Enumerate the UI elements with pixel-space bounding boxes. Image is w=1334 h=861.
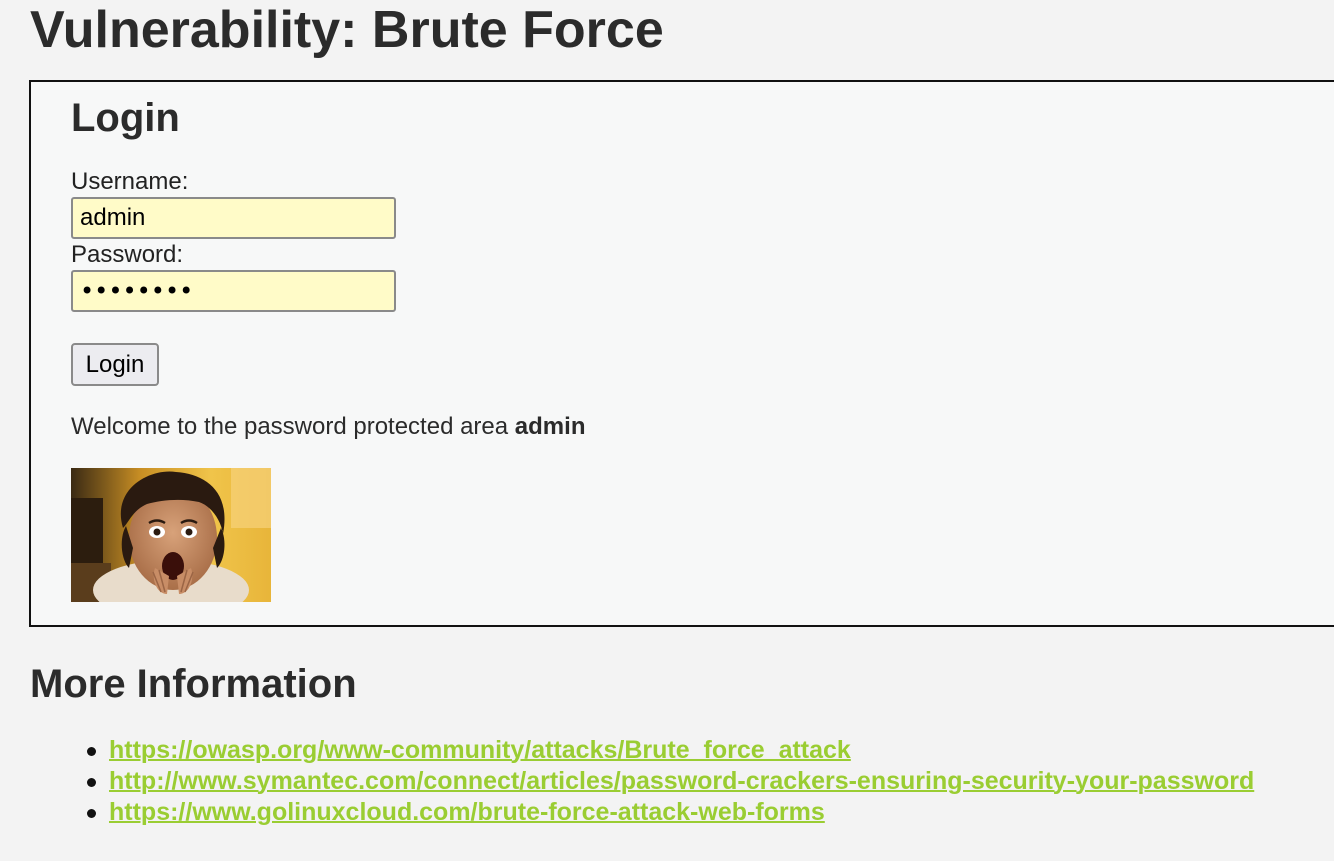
- list-item: https://www.golinuxcloud.com/brute-force…: [30, 797, 1254, 828]
- bullet-icon: [87, 747, 96, 756]
- username-label: Username:: [71, 168, 189, 195]
- welcome-username: admin: [514, 413, 586, 440]
- password-input[interactable]: [71, 270, 396, 312]
- welcome-message: Welcome to the password protected area a…: [71, 412, 585, 442]
- reference-links-list: https://owasp.org/www-community/attacks/…: [30, 735, 1254, 828]
- reference-link-symantec[interactable]: http://www.symantec.com/connect/articles…: [109, 767, 1254, 795]
- bullet-icon: [87, 778, 96, 787]
- user-avatar-image: [71, 468, 271, 602]
- bullet-icon: [87, 809, 96, 818]
- list-item: http://www.symantec.com/connect/articles…: [30, 766, 1254, 797]
- welcome-text: Welcome to the password protected area: [71, 413, 515, 440]
- login-heading: Login: [71, 96, 180, 140]
- reference-link-owasp[interactable]: https://owasp.org/www-community/attacks/…: [109, 736, 851, 764]
- reference-link-golinuxcloud[interactable]: https://www.golinuxcloud.com/brute-force…: [109, 798, 825, 826]
- list-item: https://owasp.org/www-community/attacks/…: [30, 735, 1254, 766]
- username-input[interactable]: [71, 197, 396, 239]
- more-information-heading: More Information: [30, 662, 357, 706]
- page-title: Vulnerability: Brute Force: [30, 1, 664, 59]
- password-label: Password:: [71, 241, 184, 268]
- login-panel: Login Username: Password: Login Welcome …: [29, 80, 1334, 627]
- login-button[interactable]: Login: [71, 343, 159, 386]
